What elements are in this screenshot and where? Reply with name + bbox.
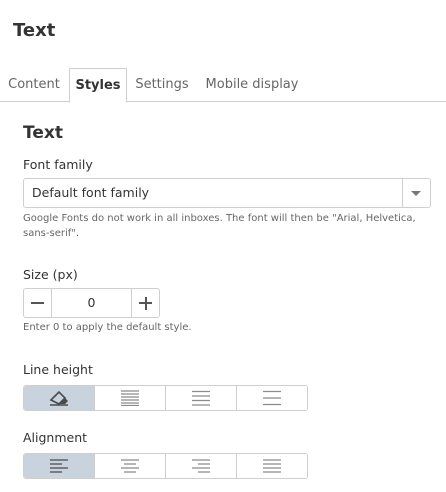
chevron-down-icon[interactable] [402,179,430,207]
minus-icon [31,302,44,304]
font-family-help: Google Fonts do not work in all inboxes.… [23,213,416,239]
eraser-icon [49,390,68,406]
size-label: Size (px) [23,267,78,282]
line-height-loose-button[interactable] [237,386,307,410]
section-title: Text [23,123,63,143]
line-height-tight-button[interactable] [95,386,166,410]
line-height-normal-icon [192,390,210,406]
tab-settings[interactable]: Settings [127,68,197,102]
increment-button[interactable] [131,289,159,317]
line-height-loose-icon [263,390,281,406]
align-right-button[interactable] [166,454,237,478]
tab-bar: Content Styles Settings Mobile display [0,68,446,103]
decrement-button[interactable] [24,289,52,317]
font-family-select[interactable]: Default font family [23,178,431,208]
line-height-reset-button[interactable] [24,386,95,410]
size-input[interactable] [52,289,131,317]
align-left-icon [50,459,68,473]
font-family-value: Default font family [32,185,150,200]
line-height-normal-button[interactable] [166,386,237,410]
align-center-icon [121,459,139,473]
alignment-group [23,453,308,479]
size-stepper [23,288,160,318]
line-height-group [23,385,308,411]
align-justify-icon [263,459,281,473]
size-help: Enter 0 to apply the default style. [23,322,192,333]
align-justify-button[interactable] [237,454,307,478]
font-family-label: Font family [23,157,93,172]
alignment-label: Alignment [23,430,88,445]
panel-title: Text [13,20,56,41]
tab-mobile-display[interactable]: Mobile display [197,68,307,102]
align-center-button[interactable] [95,454,166,478]
align-left-button[interactable] [24,454,95,478]
align-right-icon [192,459,210,473]
line-height-label: Line height [23,362,93,377]
line-height-tight-icon [121,390,139,406]
tab-styles[interactable]: Styles [69,68,127,103]
tab-content[interactable]: Content [0,68,68,102]
